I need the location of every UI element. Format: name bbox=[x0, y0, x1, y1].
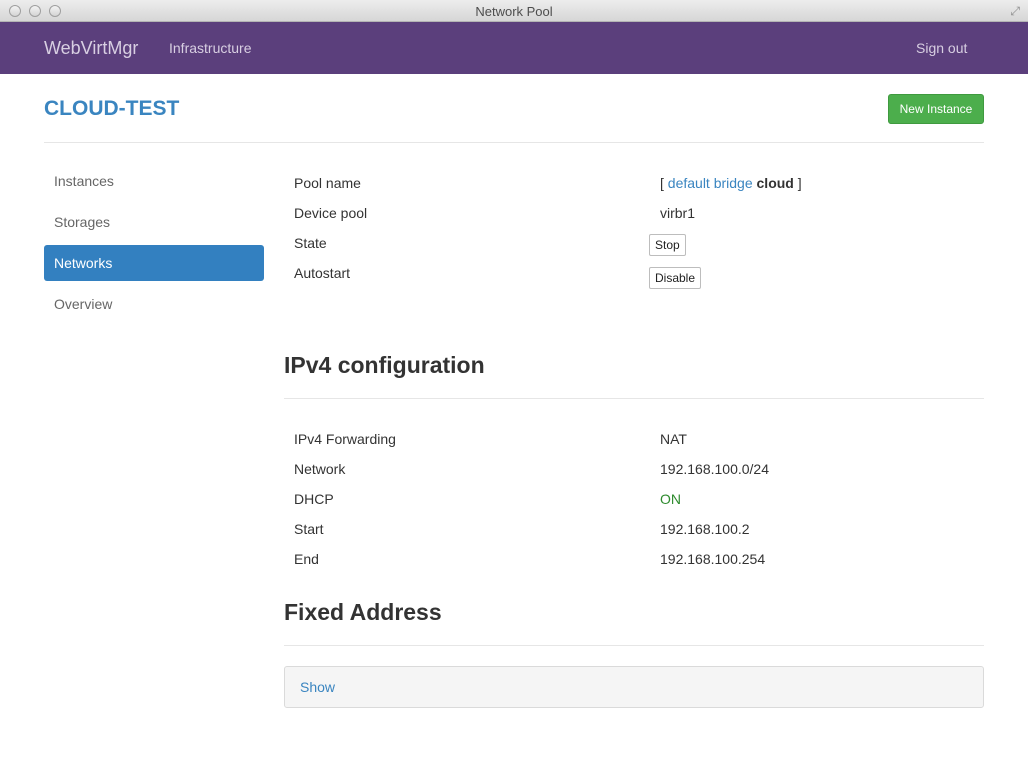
ipv4-section-title: IPv4 configuration bbox=[284, 352, 485, 378]
sidebar-item-overview[interactable]: Overview bbox=[44, 286, 264, 322]
start-label: Start bbox=[294, 521, 324, 537]
network-value: 192.168.100.0/24 bbox=[660, 461, 769, 477]
window-title: Network Pool bbox=[475, 4, 553, 19]
state-label: State bbox=[294, 235, 327, 251]
ipv4-forwarding-label: IPv4 Forwarding bbox=[294, 431, 396, 447]
ipv4-divider bbox=[284, 398, 984, 399]
device-pool-label: Device pool bbox=[294, 205, 368, 221]
bracket-open: [ bbox=[660, 175, 664, 191]
sidebar-item-networks[interactable]: Networks bbox=[44, 245, 264, 281]
network-label: Network bbox=[294, 461, 346, 477]
stop-button[interactable]: Stop bbox=[649, 234, 686, 256]
pool-name-label: Pool name bbox=[294, 175, 361, 191]
pool-name: cloud bbox=[756, 175, 794, 191]
brand-link[interactable]: WebVirtMgr bbox=[44, 38, 138, 59]
dhcp-label: DHCP bbox=[294, 491, 334, 507]
pool-name-value: [ default bridge cloud ] bbox=[660, 175, 802, 191]
fixed-address-section-title: Fixed Address bbox=[284, 599, 442, 625]
ipv4-forwarding-value: NAT bbox=[660, 431, 687, 447]
bracket-close: ] bbox=[797, 175, 802, 191]
header-divider bbox=[44, 142, 984, 143]
fixed-address-divider bbox=[284, 645, 984, 646]
fixed-address-panel: Show bbox=[284, 666, 984, 708]
nav-link-infrastructure[interactable]: Infrastructure bbox=[169, 40, 251, 56]
pool-type-link[interactable]: default bridge bbox=[668, 175, 753, 191]
new-instance-button[interactable]: New Instance bbox=[888, 94, 984, 124]
end-value: 192.168.100.254 bbox=[660, 551, 766, 567]
top-navbar: WebVirtMgr Infrastructure Sign out bbox=[0, 22, 1028, 74]
sidebar-item-storages[interactable]: Storages bbox=[44, 204, 264, 240]
fullscreen-icon[interactable]: ⤢ bbox=[1010, 4, 1020, 19]
window-titlebar: Network Pool ⤢ bbox=[0, 0, 1028, 22]
autostart-label: Autostart bbox=[294, 265, 351, 281]
device-pool-value: virbr1 bbox=[660, 205, 696, 221]
end-label: End bbox=[294, 551, 319, 567]
dhcp-status-value: ON bbox=[660, 491, 681, 507]
page-title: CLOUD-TEST bbox=[44, 97, 180, 120]
start-value: 192.168.100.2 bbox=[660, 521, 750, 537]
show-fixed-address-link[interactable]: Show bbox=[300, 679, 335, 695]
sidebar-item-instances[interactable]: Instances bbox=[44, 163, 264, 199]
disable-autostart-button[interactable]: Disable bbox=[649, 267, 702, 289]
sign-out-link[interactable]: Sign out bbox=[916, 40, 967, 56]
